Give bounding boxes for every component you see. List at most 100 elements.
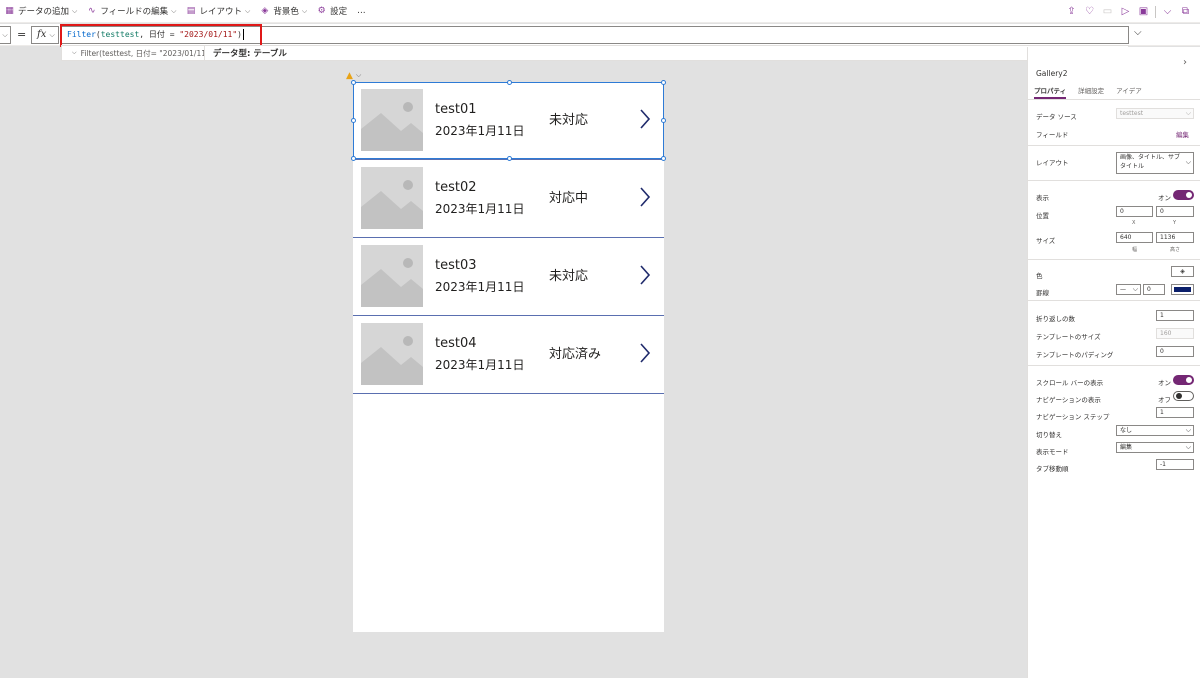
template-size-label: テンプレートのサイズ [1036,333,1101,341]
chevron-right-icon[interactable] [639,264,651,286]
scrollbar-state: オン [1158,379,1171,387]
chevron-down-icon: ⌵ [49,31,55,39]
background-color-button[interactable]: ◈ 背景色 ⌵ [255,0,312,23]
border-color-picker[interactable] [1171,284,1194,295]
x-caption: X [1132,220,1136,226]
divider [1028,180,1200,181]
width-input[interactable]: 640 [1116,232,1153,243]
item-date: 2023年1月11日 [435,124,525,138]
image-placeholder-icon [361,245,423,307]
position-x-input[interactable]: 0 [1116,206,1153,217]
color-swatch [1174,287,1191,292]
height-input[interactable]: 1136 [1156,232,1194,243]
fields-edit-link[interactable]: 編集 [1176,129,1189,139]
border-width-input[interactable]: 0 [1143,284,1165,295]
chevron-right-icon[interactable] [639,108,651,130]
display-mode-label: 表示モード [1036,448,1069,456]
add-data-label: データの追加 [18,7,70,17]
app-root: ▦ データの追加 ⌵ ∿ フィールドの編集 ⌵ ▤ レイアウト ⌵ ◈ 背景色 … [0,0,1200,678]
item-status: 対応中 [549,191,589,206]
formula-result-strip: ⌵ Filter(testtest, 日付= "2023/01/11") データ… [61,45,1129,61]
visible-toggle[interactable] [1173,190,1194,200]
position-y-input[interactable]: 0 [1156,206,1194,217]
border-style-dropdown[interactable]: — ⌵ [1116,284,1141,295]
formula-result-expression[interactable]: ⌵ Filter(testtest, 日付= "2023/01/11") [62,46,205,60]
equals-sign: = [17,28,27,41]
panel-tabs: プロパティ 詳細設定 アイデア [1034,85,1142,99]
gallery-item[interactable]: test02 2023年1月11日 対応中 [353,160,664,238]
template-size-input[interactable]: 160 [1156,328,1194,339]
tab-index-input[interactable]: -1 [1156,459,1194,470]
chevron-right-icon[interactable] [639,342,651,364]
save-icon[interactable]: ▣ [1137,5,1150,18]
scrollbar-toggle[interactable] [1173,375,1194,385]
transition-dropdown[interactable]: なし ⌵ [1116,425,1194,436]
fill-color-picker[interactable]: ◈ [1171,266,1194,277]
item-title: test04 [435,336,477,351]
expand-formula-icon[interactable]: ⌵ [1134,27,1142,38]
layout-value: 画像、タイトル、サブタイトル [1120,154,1181,170]
edit-fields-button[interactable]: ∿ フィールドの編集 ⌵ [82,0,181,23]
result-expression-text: Filter(testtest, 日付= "2023/01/11") [80,48,205,58]
display-mode-dropdown[interactable]: 編集 ⌵ [1116,442,1194,453]
health-check-icon[interactable]: ♡ [1083,5,1096,18]
property-dropdown[interactable]: ⌵ [0,26,11,44]
height-caption: 高さ [1170,247,1181,253]
chevron-down-icon: ⌵ [1185,158,1191,166]
fields-icon: ∿ [88,5,96,16]
width-caption: 幅 [1132,247,1138,253]
background-label: 背景色 [273,7,299,17]
control-name: Gallery2 [1036,69,1068,78]
database-icon: ▦ [5,5,14,16]
item-status: 未対応 [549,269,589,284]
publish-icon[interactable]: ⧉ [1179,5,1192,18]
chevron-down-icon: ⌵ [245,6,251,15]
fx-icon: fx [37,29,47,40]
navigation-toggle[interactable] [1173,391,1194,401]
image-placeholder-icon [361,89,423,151]
transition-value: なし [1120,427,1133,434]
tab-ideas[interactable]: アイデア [1116,85,1142,99]
divider [1028,300,1200,301]
more-button[interactable]: … [352,0,371,23]
chevron-right-icon[interactable]: › [1183,57,1187,68]
template-padding-input[interactable]: 0 [1156,346,1194,357]
gallery-item[interactable]: test03 2023年1月11日 未対応 [353,238,664,316]
item-title: test02 [435,180,477,195]
item-status: 未対応 [549,113,589,128]
share-icon[interactable]: ⇪ [1065,5,1078,18]
wrap-count-input[interactable]: 1 [1156,310,1194,321]
command-bar: ▦ データの追加 ⌵ ∿ フィールドの編集 ⌵ ▤ レイアウト ⌵ ◈ 背景色 … [0,0,1200,23]
add-data-button[interactable]: ▦ データの追加 ⌵ [0,0,82,23]
border-label: 罫線 [1036,289,1049,297]
edit-fields-label: フィールドの編集 [100,7,169,17]
chevron-down-icon: ⌵ [1185,426,1191,434]
data-source-value: testtest [1120,110,1144,117]
more-label: … [357,6,366,16]
chevron-down-icon: ⌵ [72,49,77,56]
layout-dropdown[interactable]: 画像、タイトル、サブタイトル ⌵ [1116,152,1194,174]
divider [1028,365,1200,366]
image-placeholder-icon [361,323,423,385]
chevron-down-icon[interactable]: ⌵ [356,71,361,80]
fx-button[interactable]: fx ⌵ [31,26,59,44]
gallery-item[interactable]: test04 2023年1月11日 対応済み [353,316,664,394]
chevron-right-icon[interactable] [639,186,651,208]
tab-index-label: タブ移動順 [1036,465,1069,473]
layout-button[interactable]: ▤ レイアウト ⌵ [181,0,255,23]
divider [1028,259,1200,260]
tab-properties[interactable]: プロパティ [1034,85,1067,99]
item-title: test01 [435,102,477,117]
toolbar-right: ⇪ ♡ ▭ ▷ ▣ ⌵ ⧉ [1065,0,1192,23]
comment-icon[interactable]: ▭ [1101,5,1114,18]
data-source-label: データ ソース [1036,113,1077,121]
play-icon[interactable]: ▷ [1119,5,1132,18]
chevron-down-icon[interactable]: ⌵ [1161,5,1174,18]
tab-advanced[interactable]: 詳細設定 [1078,85,1104,99]
chevron-down-icon: ⌵ [171,6,177,15]
gallery-item[interactable]: test01 2023年1月11日 未対応 [353,82,664,160]
warning-icon[interactable]: ▲ [346,71,353,81]
data-source-dropdown[interactable]: testtest ⌵ [1116,108,1194,119]
settings-button[interactable]: ⚙ 設定 [312,0,352,23]
nav-step-input[interactable]: 1 [1156,407,1194,418]
